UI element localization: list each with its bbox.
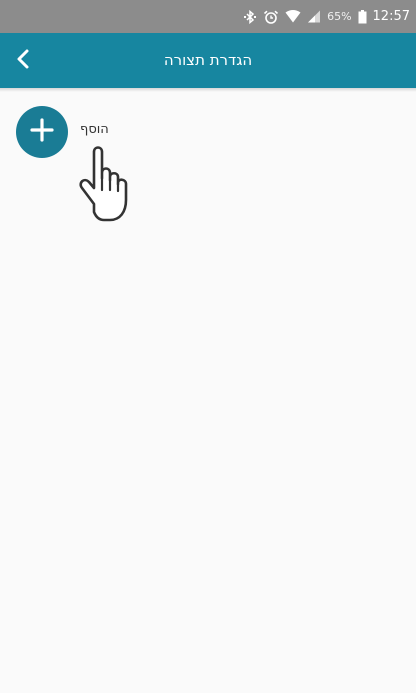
chevron-left-icon — [13, 48, 35, 74]
app-bar-shadow — [0, 88, 416, 92]
app-bar: הגדרת תצורה — [0, 33, 416, 88]
screen: 65% 12:57 הגדרת תצורה הוסף — [0, 0, 416, 693]
battery-icon — [358, 9, 367, 24]
add-label: הוסף — [80, 121, 109, 137]
alarm-icon — [263, 10, 279, 24]
hand-pointer-icon — [72, 144, 138, 226]
signal-icon — [307, 10, 321, 24]
back-button[interactable] — [6, 43, 42, 79]
bluetooth-icon — [243, 9, 257, 24]
wifi-icon — [285, 10, 301, 24]
page-title: הגדרת תצורה — [163, 51, 253, 69]
status-bar: 65% 12:57 — [0, 0, 416, 33]
status-time: 12:57 — [372, 9, 410, 24]
add-button[interactable] — [16, 106, 68, 158]
plus-icon — [28, 116, 56, 148]
battery-percent: 65% — [327, 10, 352, 23]
